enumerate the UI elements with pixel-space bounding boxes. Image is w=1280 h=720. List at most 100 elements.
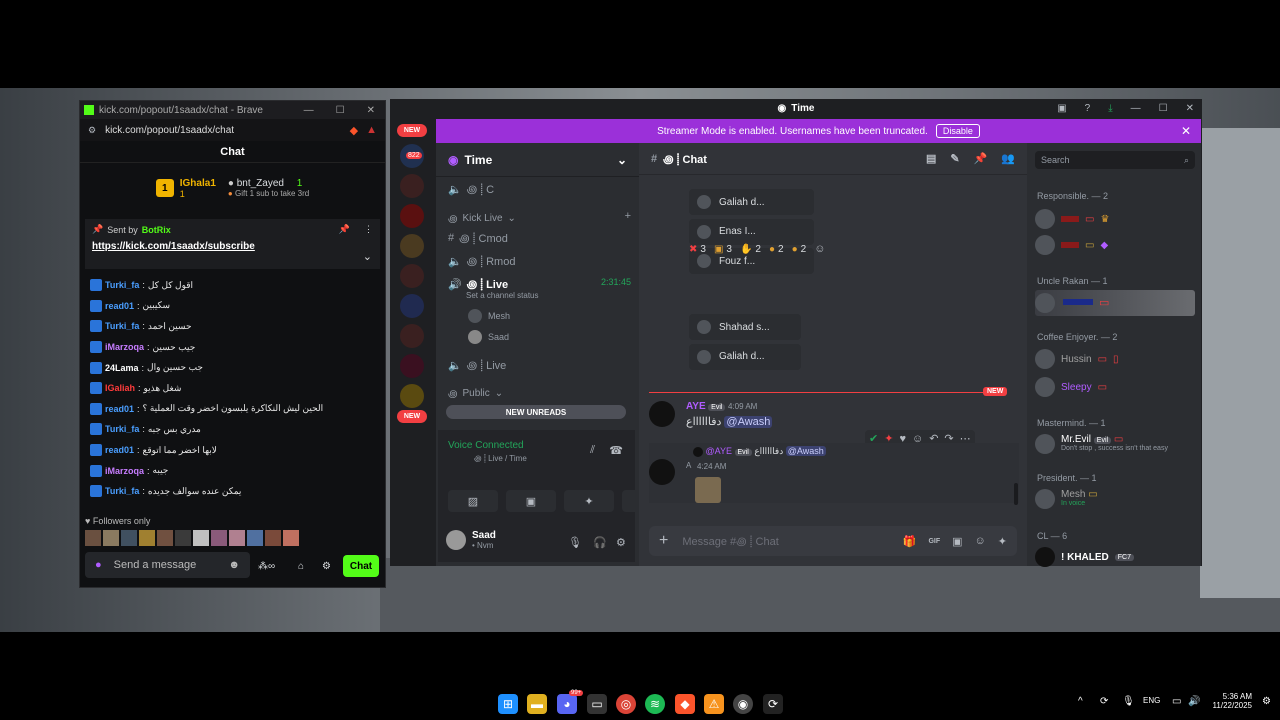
address-bar[interactable]: ⚙ kick.com/popout/1saadx/chat ◆ ▲ xyxy=(80,119,385,141)
member-item[interactable]: ! KHALED FC7 xyxy=(1035,547,1135,567)
follower-avatar[interactable] xyxy=(139,530,155,546)
volume-icon[interactable]: 🔊 xyxy=(1188,696,1200,707)
clock[interactable]: 5:36 AM 11/22/2025 xyxy=(1208,692,1252,710)
new-unreads-pill[interactable]: NEW UNREADS xyxy=(446,405,626,419)
add-reaction-icon[interactable]: ☺ xyxy=(814,243,825,255)
reaction[interactable]: ● 2 xyxy=(769,243,784,255)
brave-rewards-icon[interactable]: ▲ xyxy=(366,124,377,136)
reaction[interactable]: ● 2 xyxy=(792,243,807,255)
server-icon[interactable] xyxy=(400,234,424,258)
download-icon[interactable]: ⤓ xyxy=(1108,103,1112,114)
follower-avatar[interactable] xyxy=(211,530,227,546)
channel-rmod[interactable]: 🔈 ꩜ ⸽ Rmod xyxy=(448,253,515,269)
gift-icon[interactable]: 🎁 xyxy=(903,535,917,548)
sticker-image[interactable] xyxy=(695,477,721,503)
server-icon[interactable] xyxy=(400,204,424,228)
channel-cmod[interactable]: # ꩜ ⸽ Cmod xyxy=(448,230,508,246)
follower-avatar[interactable] xyxy=(247,530,263,546)
member-item[interactable]: Hussin ▭ ▯ xyxy=(1035,349,1119,369)
server-icon[interactable] xyxy=(400,384,424,408)
minimize-icon[interactable]: — xyxy=(304,105,314,116)
activities-button[interactable]: ✦ xyxy=(564,490,614,512)
apps-icon[interactable]: ✦ xyxy=(998,535,1007,548)
chat-username[interactable]: Turki_fa xyxy=(105,424,139,434)
help-icon[interactable]: ? xyxy=(1085,103,1091,114)
category-public[interactable]: ꩜ Public ⌄ xyxy=(448,386,503,401)
chat-username[interactable]: Turki_fa xyxy=(105,321,139,331)
chat-username[interactable]: iMarzoqa xyxy=(105,342,144,352)
reaction[interactable]: ✋ 2 xyxy=(740,243,761,255)
sync-icon[interactable]: ⟳ xyxy=(1100,696,1108,707)
store-icon[interactable]: ⌂ xyxy=(298,561,304,572)
avatar[interactable] xyxy=(649,459,675,485)
minimize-icon[interactable]: — xyxy=(1131,103,1141,114)
follower-avatar[interactable] xyxy=(157,530,173,546)
reply-author[interactable]: @AYE xyxy=(706,446,732,456)
user-panel[interactable]: Saad • Nvm xyxy=(446,530,496,550)
chevron-down-icon[interactable]: ⌄ xyxy=(363,250,372,263)
follower-avatar[interactable] xyxy=(121,530,137,546)
notification-bell-icon[interactable]: ✎ xyxy=(950,152,959,165)
pin-toggle-icon[interactable]: 📌 xyxy=(339,224,350,235)
server-icon[interactable] xyxy=(400,264,424,288)
app-icon[interactable]: ⟳ xyxy=(763,694,783,714)
pin-icon[interactable]: 📌 xyxy=(974,152,988,165)
close-icon[interactable]: ✕ xyxy=(367,105,375,116)
follower-avatar[interactable] xyxy=(175,530,191,546)
server-header[interactable]: ◉ Time ⌄ xyxy=(436,143,639,177)
channel-status[interactable]: Set a channel status xyxy=(466,291,539,300)
reaction[interactable]: ▣ 3 xyxy=(714,243,732,255)
notification-icon[interactable]: ⚙ xyxy=(1262,696,1271,707)
terminal-icon[interactable]: ▭ xyxy=(587,694,607,714)
close-icon[interactable]: ✕ xyxy=(1186,103,1194,114)
user-pill[interactable]: Galiah d... xyxy=(689,189,814,215)
settings-icon[interactable]: ⚙ xyxy=(616,536,626,549)
inbox-icon[interactable]: ▣ xyxy=(1057,103,1066,114)
camera-off-button[interactable]: ▨ xyxy=(448,490,498,512)
noise-suppression-icon[interactable]: ⫽ xyxy=(590,444,595,457)
maximize-icon[interactable]: ☐ xyxy=(336,105,345,116)
microphone-icon[interactable]: 🎙 xyxy=(1122,696,1135,707)
follower-avatar[interactable] xyxy=(85,530,101,546)
brave-shield-icon[interactable]: ◆ xyxy=(350,124,358,137)
chat-username[interactable]: Turki_fa xyxy=(105,486,139,496)
user-pill[interactable]: Galiah d... xyxy=(689,343,801,370)
start-icon[interactable]: ⊞ xyxy=(498,694,518,714)
mention[interactable]: @Awash xyxy=(724,416,773,428)
scrollbar[interactable] xyxy=(1014,483,1018,505)
mention[interactable]: @Awash xyxy=(785,446,826,456)
channel-live-2[interactable]: 🔈 ꩜ ⸽ Live xyxy=(448,357,506,373)
disable-button[interactable]: Disable xyxy=(935,124,980,138)
points-icon[interactable]: ⁂∞ xyxy=(258,561,275,572)
follower-avatar[interactable] xyxy=(229,530,245,546)
add-channel-icon[interactable]: + xyxy=(625,210,631,222)
chat-username[interactable]: IGaliah xyxy=(105,383,135,393)
member-item[interactable]: Mesh ▭ In voice xyxy=(1035,489,1098,509)
user-pill[interactable]: Shahad s... xyxy=(689,314,801,340)
server-icon[interactable] xyxy=(400,324,424,348)
chat-username[interactable]: read01 xyxy=(105,404,134,414)
microphone-icon[interactable]: ● xyxy=(95,559,102,571)
emoji-icon[interactable]: ☺ xyxy=(975,535,986,548)
gif-icon[interactable]: GIF xyxy=(928,535,940,548)
follower-avatar[interactable] xyxy=(265,530,281,546)
member-item[interactable]: ▭ ♛ xyxy=(1035,209,1109,229)
headphones-icon[interactable]: 🎧 xyxy=(593,536,607,549)
message-input[interactable]: + Message #꩜ ⸽ Chat 🎁 GIF ▣ ☺ ✦ xyxy=(649,526,1017,556)
app-icon[interactable]: ⚠ xyxy=(704,694,724,714)
category-kick-live[interactable]: ꩜ Kick Live ⌄ xyxy=(448,211,516,226)
server-icon[interactable] xyxy=(400,354,424,378)
chat-username[interactable]: iMarzoqa xyxy=(105,466,144,476)
file-explorer-icon[interactable]: ▬ xyxy=(527,694,547,714)
member-item[interactable]: ▭ ◆ xyxy=(1035,235,1108,255)
chat-username[interactable]: read01 xyxy=(105,301,134,311)
chat-username[interactable]: Turki_fa xyxy=(105,280,139,290)
server-icon[interactable] xyxy=(400,294,424,318)
voice-user[interactable]: Mesh xyxy=(468,309,510,323)
voice-user[interactable]: Saad xyxy=(468,330,509,344)
sticker-icon[interactable]: ▣ xyxy=(952,535,962,548)
member-item[interactable]: ▭ xyxy=(1035,290,1195,316)
threads-icon[interactable]: ▤ xyxy=(926,152,936,165)
gift-cta[interactable]: Gift 1 sub to take 3rd xyxy=(235,189,309,198)
pinned-link[interactable]: https://kick.com/1saadx/subscribe xyxy=(92,241,373,252)
